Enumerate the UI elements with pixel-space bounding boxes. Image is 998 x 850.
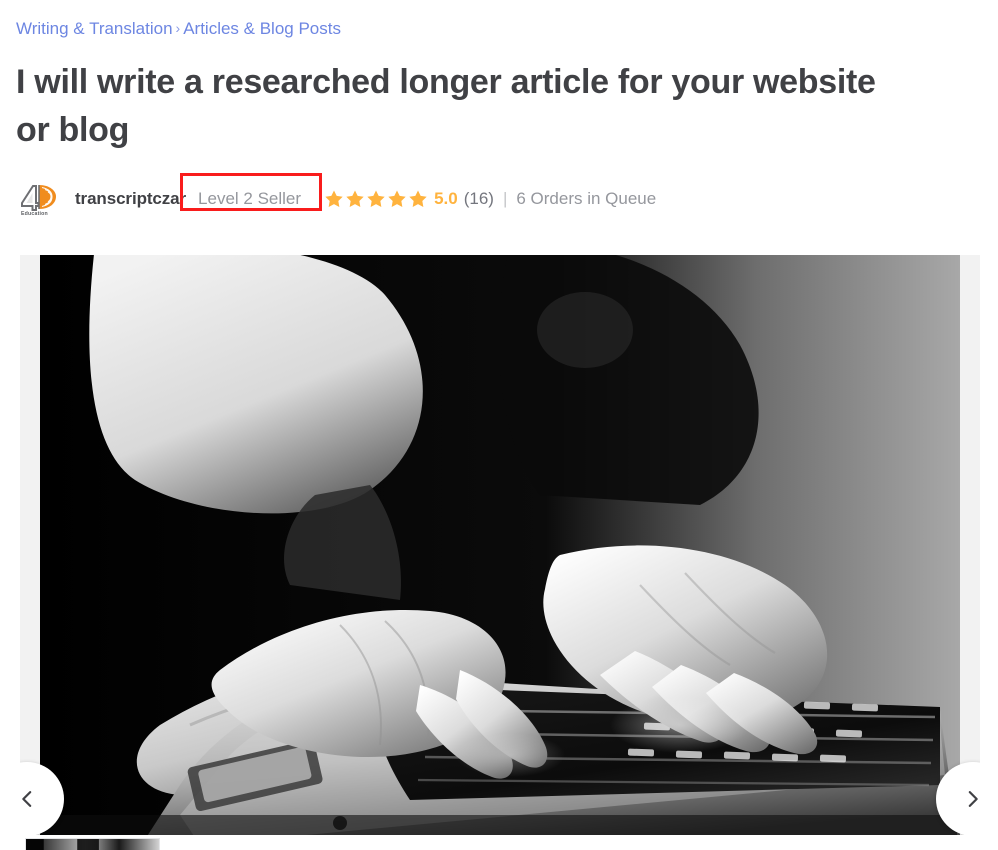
gallery-thumbnail[interactable]: [25, 838, 160, 850]
breadcrumb-item-articles-blog-posts[interactable]: Articles & Blog Posts: [183, 19, 341, 38]
avatar[interactable]: Education: [16, 181, 61, 217]
rating-value: 5.0: [434, 189, 458, 208]
gig-gallery: [20, 255, 980, 835]
gallery-thumbnail-strip: [25, 838, 160, 850]
breadcrumb-separator: ›: [175, 20, 181, 36]
seller-username[interactable]: transcriptczar: [75, 189, 186, 209]
star-icon: [366, 189, 386, 209]
laptop-typing-photo: [40, 255, 960, 835]
rating-stars: [324, 189, 428, 209]
gig-page: Writing & Translation › Articles & Blog Po…: [0, 0, 998, 850]
star-icon: [408, 189, 428, 209]
divider: |: [502, 189, 508, 208]
star-icon: [324, 189, 344, 209]
gallery-main-image[interactable]: [40, 255, 960, 835]
breadcrumb: Writing & Translation › Articles & Blog Po…: [16, 17, 341, 41]
orders-in-queue: 6 Orders in Queue: [516, 189, 657, 208]
star-icon: [345, 189, 365, 209]
page-title: I will write a researched longer article…: [16, 63, 876, 149]
star-icon: [387, 189, 407, 209]
seller-info-row: Education transcriptczar Level 2 Seller: [16, 173, 657, 217]
chevron-right-icon: [962, 788, 980, 810]
rating-count: (16): [463, 189, 494, 208]
breadcrumb-item-writing-translation[interactable]: Writing & Translation: [16, 19, 173, 38]
seller-rating: 5.0 (16): [324, 189, 494, 209]
chevron-left-icon: [20, 788, 38, 810]
svg-text:Education: Education: [21, 211, 48, 217]
seller-level-badge-wrapper: Level 2 Seller: [180, 173, 323, 211]
status-badge: Level 2 Seller: [198, 189, 302, 208]
